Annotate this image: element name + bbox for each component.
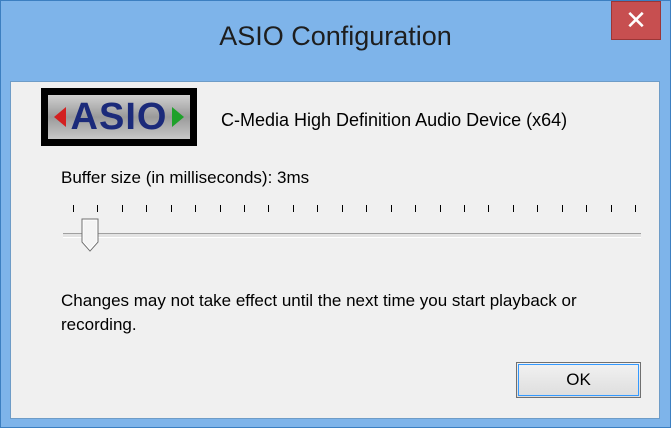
slider-tick [513,205,514,212]
buffer-size-label: Buffer size (in milliseconds): 3ms [61,168,310,187]
slider-tick [244,205,245,212]
slider-tick [415,205,416,212]
ok-button[interactable]: OK [516,362,641,398]
slider-tick [171,205,172,212]
slider-tick [537,205,538,212]
slider-tick [464,205,465,212]
slider-tick [562,205,563,212]
slider-tick [146,205,147,212]
slider-tick [220,205,221,212]
slider-tick [97,205,98,212]
slider-ticks [73,205,636,215]
right-arrow-icon [172,107,184,127]
asio-logo-inner: ASIO [48,95,190,139]
title-bar[interactable]: ASIO Configuration ✕ [1,1,670,85]
asio-logo: ASIO [41,88,197,146]
slider-tick [586,205,587,212]
slider-tick [317,205,318,212]
slider-tick [195,205,196,212]
close-icon: ✕ [625,5,647,35]
slider-tick [366,205,367,212]
asio-configuration-window: ASIO Configuration ✕ ASIO C-Media High D… [0,0,671,428]
slider-tick [488,205,489,212]
slider-tick [122,205,123,212]
slider-tick [611,205,612,212]
slider-tick [440,205,441,212]
note-text: Changes may not take effect until the ne… [61,291,577,334]
device-name: C-Media High Definition Audio Device (x6… [221,110,568,130]
slider-tick [293,205,294,212]
slider-tick [73,205,74,212]
slider-tick [268,205,269,212]
slider-tick [342,205,343,212]
asio-logo-text: ASIO [70,96,168,138]
dialog-content: ASIO C-Media High Definition Audio Devic… [10,81,660,419]
slider-tick [635,205,636,212]
slider-tick [391,205,392,212]
slider-track[interactable] [63,233,641,238]
slider-thumb[interactable] [81,218,99,252]
close-button[interactable]: ✕ [611,1,661,40]
window-title: ASIO Configuration [219,21,452,51]
